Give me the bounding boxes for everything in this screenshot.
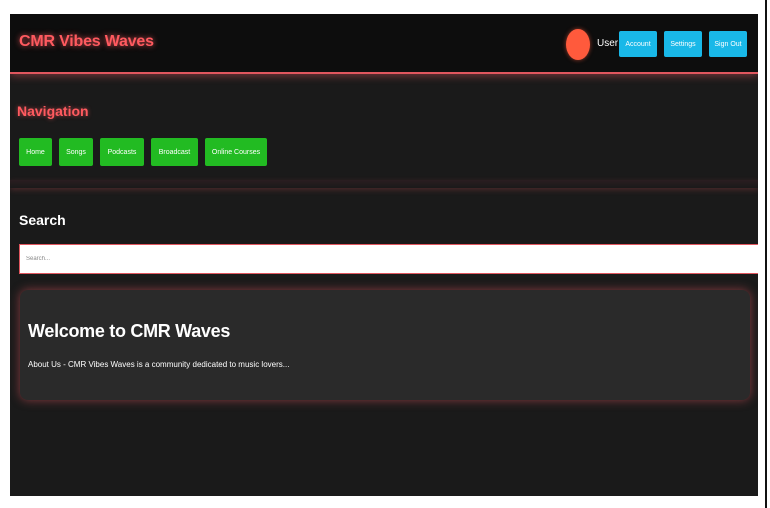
top-header: CMR Vibes Waves User Account Settings Si…	[10, 14, 758, 74]
nav-home-button[interactable]: Home	[19, 138, 52, 166]
user-label: User	[597, 38, 619, 49]
welcome-title: Welcome to CMR Waves	[28, 321, 231, 341]
brand-title[interactable]: CMR Vibes Waves	[19, 33, 154, 51]
account-button[interactable]: Account	[619, 31, 657, 57]
sign-out-button[interactable]: Sign Out	[709, 31, 747, 57]
nav-online-courses-button[interactable]: Online Courses	[205, 138, 267, 166]
search-input[interactable]	[19, 244, 758, 274]
navigation-heading: Navigation	[17, 103, 89, 119]
search-heading: Search	[19, 212, 66, 228]
nav-broadcast-button[interactable]: Broadcast	[151, 138, 198, 166]
user-avatar[interactable]	[566, 29, 590, 60]
nav-songs-button[interactable]: Songs	[59, 138, 93, 166]
about-us-text: About Us - CMR Vibes Waves is a communit…	[28, 360, 290, 369]
section-divider	[10, 180, 758, 188]
settings-button[interactable]: Settings	[664, 31, 702, 57]
app-window: CMR Vibes Waves User Account Settings Si…	[10, 14, 758, 496]
welcome-card: Welcome to CMR Waves About Us - CMR Vibe…	[20, 290, 750, 400]
window-edge	[765, 0, 767, 508]
nav-podcasts-button[interactable]: Podcasts	[100, 138, 144, 166]
